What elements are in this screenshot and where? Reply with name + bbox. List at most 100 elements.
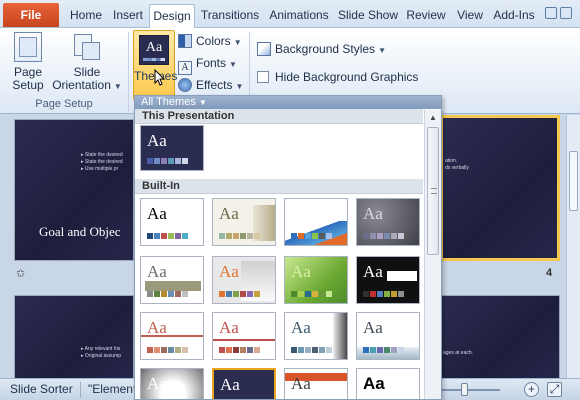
theme-swatches	[147, 347, 188, 353]
tab-home[interactable]: Home	[66, 4, 106, 28]
group-divider	[128, 32, 129, 112]
tab-transitions[interactable]: Transitions	[198, 4, 262, 28]
themes-gallery-dropdown: All Themes ▼ This Presentation Aa Built-…	[134, 95, 442, 400]
background-styles-icon	[257, 42, 271, 56]
tab-slide-show[interactable]: Slide Show	[336, 4, 400, 28]
section-this-presentation: This Presentation	[135, 109, 423, 124]
theme-swatches	[219, 233, 260, 239]
slide-thumbnail[interactable]: ▸ State the desired ▸ State the desired …	[14, 119, 134, 261]
theme-tile[interactable]: Aa	[284, 312, 348, 360]
theme-tile[interactable]: Aa	[356, 198, 420, 246]
theme-decoration	[387, 271, 417, 281]
hide-background-graphics-checkbox[interactable]: Hide Background Graphics	[257, 68, 418, 86]
tab-insert[interactable]: Insert	[108, 4, 148, 28]
theme-swatches	[147, 158, 188, 164]
background-styles-button[interactable]: Background Styles ▼	[257, 40, 386, 58]
all-themes-header[interactable]: All Themes ▼	[135, 96, 441, 109]
slide-orientation-button[interactable]: Slide Orientation ▼	[50, 32, 124, 93]
fonts-icon: A	[178, 61, 192, 75]
theme-tile[interactable]: Aa	[356, 312, 420, 360]
theme-tile[interactable]: Aa	[212, 256, 276, 304]
effects-icon	[178, 78, 192, 92]
tab-review[interactable]: Review	[404, 4, 448, 28]
theme-glyph: Aa	[147, 318, 167, 337]
theme-tile[interactable]: Aa	[140, 256, 204, 304]
theme-swatches	[219, 291, 260, 297]
theme-glyph: Aa	[219, 262, 239, 281]
zoom-slider-knob[interactable]	[461, 383, 468, 396]
sorter-scrollbar[interactable]	[566, 115, 580, 378]
ribbon-tab-bar: File Home Insert Design Transitions Anim…	[0, 0, 580, 28]
theme-swatches	[291, 347, 332, 353]
theme-tile[interactable]: Aa	[284, 368, 348, 399]
effects-button[interactable]: Effects ▼	[178, 76, 243, 94]
tab-file[interactable]: File	[3, 3, 59, 27]
chevron-down-icon: ▼	[235, 82, 244, 91]
slide-number: 4	[546, 267, 553, 279]
tab-view[interactable]: View	[452, 4, 488, 28]
section-built-in: Built-In	[135, 179, 423, 194]
tab-add-ins[interactable]: Add-Ins	[490, 4, 538, 28]
fit-to-window-icon[interactable]: ⤢	[547, 382, 562, 397]
slide-title: Goal and Objec	[39, 224, 121, 239]
slide-bullets: ▸ Any relevant his ▸ Original assump	[81, 346, 122, 359]
theme-decoration	[333, 313, 347, 359]
checkbox-box[interactable]	[257, 71, 269, 83]
theme-tile[interactable]: Aa	[212, 312, 276, 360]
theme-decoration	[145, 281, 201, 291]
theme-tile[interactable]: Aa	[140, 312, 204, 360]
zoom-slider-track[interactable]	[440, 389, 500, 391]
window-controls	[542, 7, 576, 21]
chevron-down-icon: ▼	[378, 46, 386, 55]
slide-transition-icon: ✩	[16, 268, 26, 280]
theme-swatches	[147, 291, 188, 297]
page-setup-label-2: Setup	[12, 78, 44, 92]
minimize-ribbon-icon[interactable]	[545, 7, 557, 19]
fonts-button[interactable]: A Fonts ▼	[178, 54, 237, 75]
page-setup-button[interactable]: Page Setup	[8, 32, 48, 92]
theme-swatches	[363, 347, 404, 353]
theme-swatches	[147, 233, 188, 239]
theme-tile[interactable]: Aa	[140, 368, 204, 399]
theme-glyph: Aa	[147, 204, 167, 223]
theme-tile[interactable]: Aa	[212, 368, 276, 399]
slide-bullets: ▸ State the desired ▸ State the desired …	[81, 152, 123, 172]
theme-glyph: Aa	[291, 318, 311, 337]
scrollbar-thumb[interactable]	[427, 127, 439, 255]
zoom-in-icon[interactable]: +	[524, 382, 539, 397]
theme-glyph: Aa	[363, 318, 383, 337]
scroll-up-icon[interactable]: ▲	[428, 113, 438, 123]
tab-animations[interactable]: Animations	[265, 4, 333, 28]
slide-thumbnail[interactable]: ages at each.	[440, 295, 560, 380]
theme-swatches	[363, 233, 404, 239]
theme-tile[interactable]: Aa	[212, 198, 276, 246]
slide-thumbnail[interactable]: ▸ Any relevant his ▸ Original assump	[14, 295, 134, 380]
theme-decoration	[213, 339, 275, 341]
theme-tile[interactable]: Aa	[356, 256, 420, 304]
theme-swatches	[219, 347, 260, 353]
scrollbar-thumb[interactable]	[569, 151, 578, 211]
colors-icon	[178, 34, 192, 48]
theme-tile[interactable]: Aa	[284, 256, 348, 304]
theme-tile[interactable]: Aa	[140, 198, 204, 246]
theme-tile[interactable]: Aa	[356, 368, 420, 399]
help-icon[interactable]	[560, 7, 572, 19]
slide-orientation-label-2: Orientation ▼	[52, 78, 122, 92]
theme-glyph: Aa	[219, 318, 239, 337]
colors-button[interactable]: Colors ▼	[178, 32, 242, 50]
mouse-cursor-icon	[154, 69, 166, 86]
theme-swatches	[363, 291, 404, 297]
status-divider	[80, 382, 81, 398]
theme-current[interactable]: Aa	[140, 125, 204, 171]
themes-button[interactable]: Aa Themes	[133, 30, 177, 100]
theme-glyph: Aa	[147, 374, 167, 393]
theme-tile[interactable]: Aa	[284, 198, 348, 246]
chevron-down-icon: ▼	[229, 60, 237, 69]
slide-thumbnail-selected[interactable]: ation. ds verbally	[440, 115, 560, 261]
chevron-down-icon: ▼	[198, 98, 207, 107]
theme-glyph: Aa	[291, 204, 311, 223]
tab-design[interactable]: Design	[149, 4, 195, 28]
gallery-scrollbar[interactable]: ▲	[424, 110, 441, 399]
view-mode-label: Slide Sorter	[10, 382, 73, 396]
page-setup-group-label: Page Setup	[35, 98, 93, 110]
